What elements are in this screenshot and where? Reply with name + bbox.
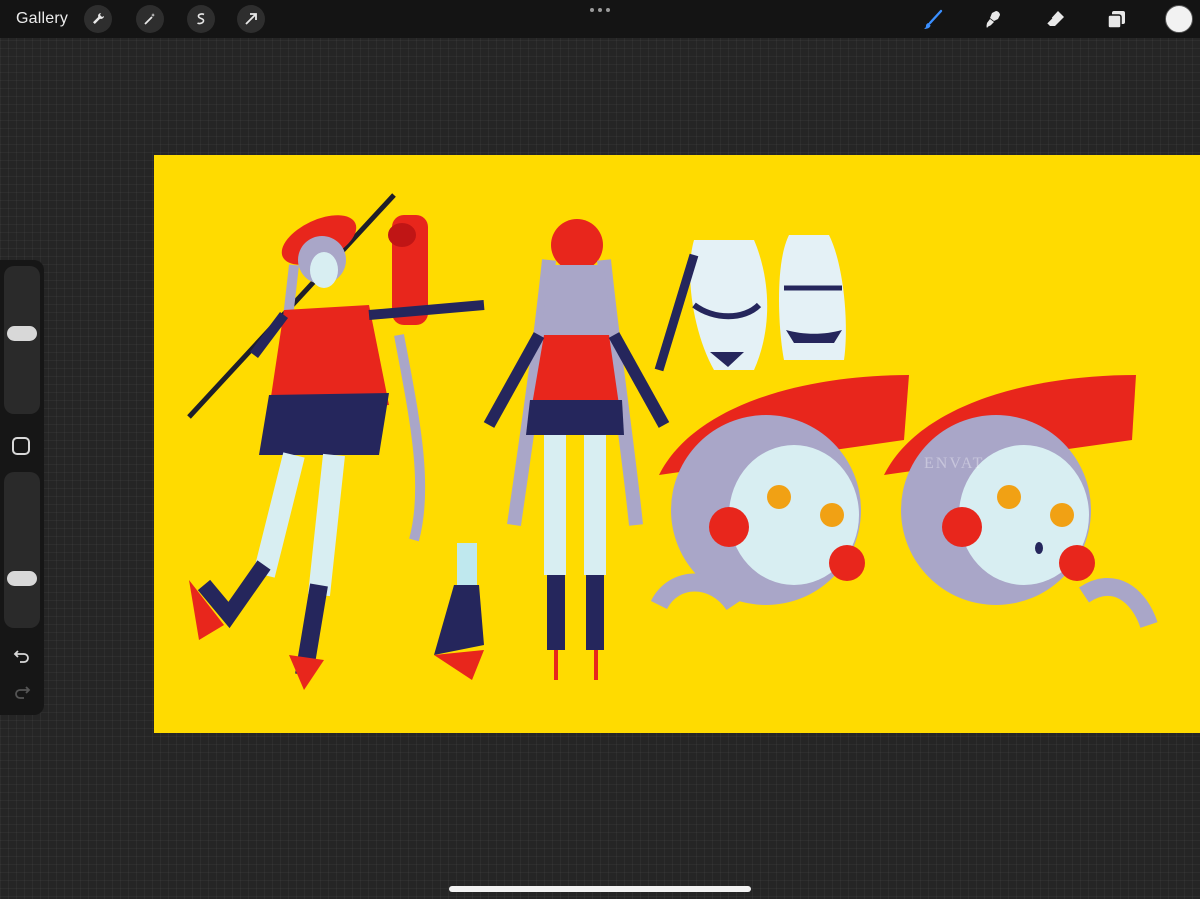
selection-button[interactable] <box>187 5 215 33</box>
magic-wand-icon <box>144 13 155 25</box>
figure-back-pose <box>434 219 670 680</box>
square-modifier-icon[interactable] <box>12 437 30 455</box>
torso-studies <box>654 235 846 372</box>
opacity-slider[interactable] <box>4 472 40 628</box>
brush-size-thumb[interactable] <box>7 326 37 341</box>
head-study-left <box>650 375 909 611</box>
figure-front-pose <box>187 193 485 690</box>
layers-icon <box>1107 11 1125 29</box>
brush-icon <box>924 9 943 29</box>
more-options-icon[interactable] <box>588 4 612 16</box>
gallery-button[interactable]: Gallery <box>16 10 68 28</box>
character-artwork <box>187 193 1158 690</box>
undo-button[interactable] <box>10 644 34 668</box>
transform-arrow-icon <box>245 13 257 25</box>
head-study-right <box>884 375 1158 629</box>
undo-icon <box>13 650 29 663</box>
eraser-tool-button[interactable] <box>1040 5 1070 35</box>
smudge-icon <box>986 11 1000 28</box>
adjustments-button[interactable] <box>136 5 164 33</box>
selection-icon <box>197 13 205 25</box>
redo-button[interactable] <box>10 680 34 704</box>
redo-icon <box>15 686 31 699</box>
layers-button[interactable] <box>1101 5 1131 35</box>
smudge-tool-button[interactable] <box>979 5 1009 35</box>
opacity-thumb[interactable] <box>7 571 37 586</box>
canvas-watermark: ENVAT <box>924 455 985 472</box>
brush-size-slider[interactable] <box>4 266 40 414</box>
left-sidebar <box>0 260 44 715</box>
home-indicator <box>449 886 751 892</box>
wrench-icon <box>93 13 104 24</box>
drawing-canvas[interactable]: ENVAT <box>154 155 1200 733</box>
actions-wrench-button[interactable] <box>84 5 112 33</box>
top-toolbar: Gallery <box>0 0 1200 38</box>
transform-button[interactable] <box>237 5 265 33</box>
brush-tool-button[interactable] <box>918 5 948 35</box>
eraser-icon <box>1046 11 1064 26</box>
color-picker-swatch[interactable] <box>1165 5 1193 33</box>
